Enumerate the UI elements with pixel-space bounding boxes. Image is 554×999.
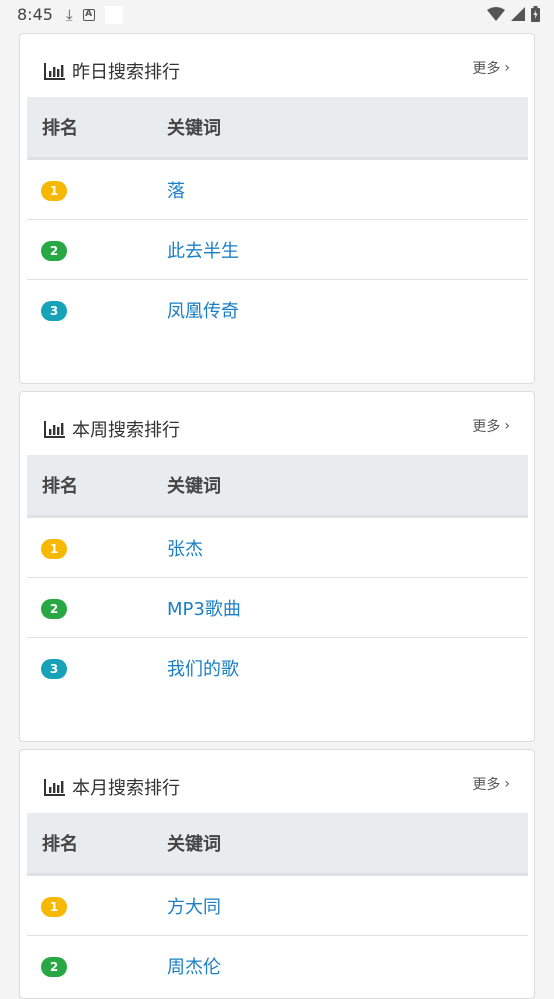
rank-badge: 3 xyxy=(41,659,67,679)
keyword-link[interactable]: 方大同 xyxy=(167,893,221,919)
chevron-right-icon: › xyxy=(504,418,510,434)
ranking-card-this-week: 本周搜索排行 更多 › 排名 关键词 1 张杰 2 MP3歌曲 3 我们的歌 xyxy=(19,391,535,742)
a-box-icon: A xyxy=(82,9,95,21)
more-link[interactable]: 更多 › xyxy=(472,58,510,78)
card-title-text: 本周搜索排行 xyxy=(72,420,180,441)
rank-badge: 1 xyxy=(41,180,67,201)
table-row: 2 此去半生 xyxy=(27,220,528,280)
column-header-rank: 排名 xyxy=(42,834,78,855)
card-title-text: 昨日搜索排行 xyxy=(72,62,180,83)
battery-icon xyxy=(531,6,540,22)
ranking-card-yesterday: 昨日搜索排行 更多 › 排名 关键词 1 落 2 此去半生 3 凤凰传奇 xyxy=(19,33,535,384)
keyword-link[interactable]: 此去半生 xyxy=(167,237,239,263)
card-title: 本月搜索排行 xyxy=(44,774,180,800)
bar-chart-icon xyxy=(44,421,65,438)
table-row: 2 MP3歌曲 xyxy=(27,578,528,638)
more-link-label: 更多 xyxy=(472,419,501,435)
more-link-label: 更多 xyxy=(472,777,501,793)
column-header-keyword: 关键词 xyxy=(167,834,221,855)
card-title-text: 本月搜索排行 xyxy=(72,778,180,799)
rank-badge: 3 xyxy=(41,301,67,321)
keyword-link[interactable]: 我们的歌 xyxy=(167,655,239,681)
blank-notification-icon xyxy=(104,6,123,24)
signal-icon xyxy=(511,7,525,21)
keyword-link[interactable]: MP3歌曲 xyxy=(167,595,241,621)
ranking-card-this-month: 本月搜索排行 更多 › 排名 关键词 1 方大同 2 周杰伦 xyxy=(19,749,535,999)
status-notification-icons: ⤓ A xyxy=(66,6,123,24)
table-header: 排名 关键词 xyxy=(27,455,528,518)
bar-chart-icon xyxy=(44,63,65,80)
card-title: 昨日搜索排行 xyxy=(44,58,180,84)
table-row: 3 凤凰传奇 xyxy=(27,280,528,340)
column-header-keyword: 关键词 xyxy=(167,476,221,497)
rank-badge: 2 xyxy=(41,957,67,977)
rank-badge: 2 xyxy=(41,240,67,261)
table-row: 3 我们的歌 xyxy=(27,638,528,698)
more-link[interactable]: 更多 › xyxy=(472,416,510,436)
rank-badge: 1 xyxy=(41,896,67,917)
ranking-table: 排名 关键词 1 方大同 2 周杰伦 xyxy=(27,813,528,996)
table-row: 1 方大同 xyxy=(27,876,528,936)
table-header: 排名 关键词 xyxy=(27,813,528,876)
status-bar: 8:45 ⤓ A xyxy=(0,0,554,30)
table-row: 1 落 xyxy=(27,160,528,220)
download-icon: ⤓ xyxy=(66,6,73,24)
column-header-keyword: 关键词 xyxy=(167,118,221,139)
ranking-table: 排名 关键词 1 落 2 此去半生 3 凤凰传奇 xyxy=(27,97,528,340)
status-time: 8:45 xyxy=(17,5,53,24)
table-row: 1 张杰 xyxy=(27,518,528,578)
rank-badge: 2 xyxy=(41,598,67,619)
bar-chart-icon xyxy=(44,779,65,796)
column-header-rank: 排名 xyxy=(42,118,78,139)
column-header-rank: 排名 xyxy=(42,476,78,497)
table-row: 2 周杰伦 xyxy=(27,936,528,996)
keyword-link[interactable]: 周杰伦 xyxy=(167,953,221,979)
more-link[interactable]: 更多 › xyxy=(472,774,510,794)
card-header: 本周搜索排行 更多 › xyxy=(20,392,534,456)
keyword-link[interactable]: 张杰 xyxy=(167,535,203,561)
status-system-icons xyxy=(487,6,540,22)
chevron-right-icon: › xyxy=(504,60,510,76)
keyword-link[interactable]: 落 xyxy=(167,177,185,203)
chevron-right-icon: › xyxy=(504,776,510,792)
table-header: 排名 关键词 xyxy=(27,97,528,160)
wifi-icon xyxy=(487,7,505,21)
more-link-label: 更多 xyxy=(472,61,501,77)
card-title: 本周搜索排行 xyxy=(44,416,180,442)
card-header: 本月搜索排行 更多 › xyxy=(20,750,534,814)
rank-badge: 1 xyxy=(41,538,67,559)
ranking-table: 排名 关键词 1 张杰 2 MP3歌曲 3 我们的歌 xyxy=(27,455,528,698)
card-header: 昨日搜索排行 更多 › xyxy=(20,34,534,98)
keyword-link[interactable]: 凤凰传奇 xyxy=(167,297,239,323)
